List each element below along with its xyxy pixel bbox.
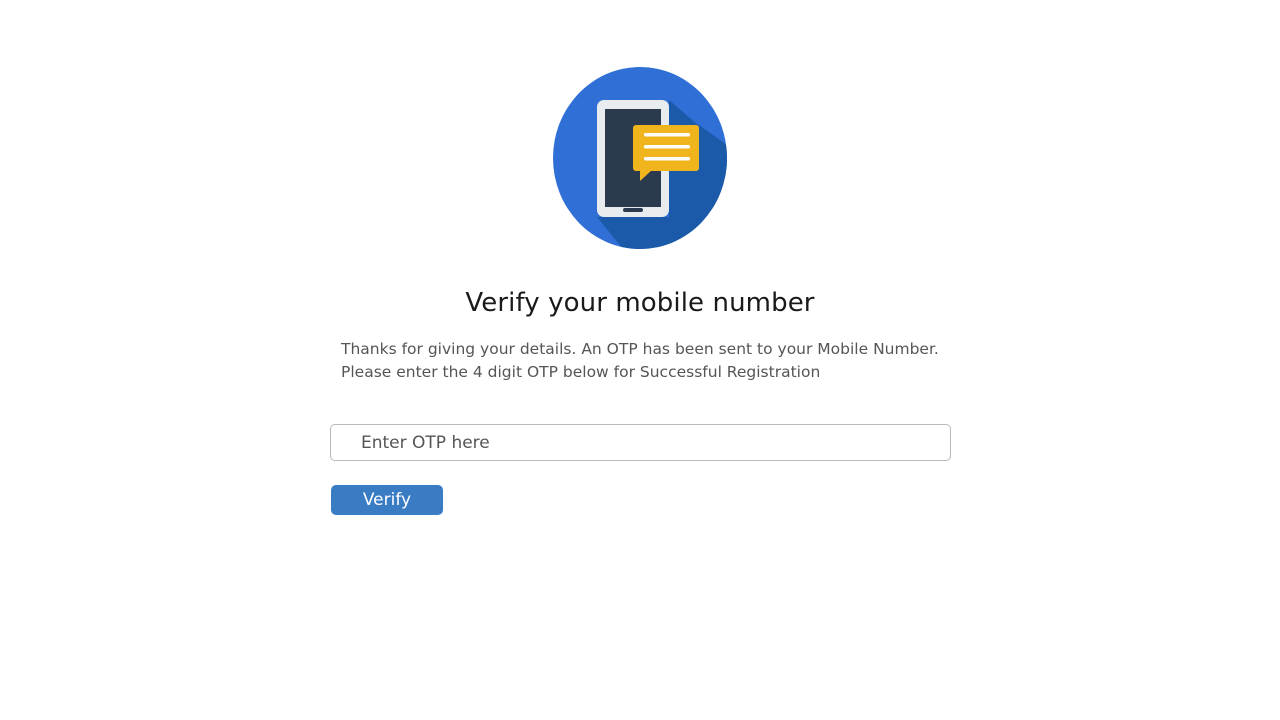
instruction-text: Thanks for giving your details. An OTP h…	[341, 338, 961, 384]
phone-message-icon	[553, 67, 727, 249]
otp-input[interactable]	[330, 424, 951, 461]
instruction-line-1: Thanks for giving your details. An OTP h…	[341, 340, 939, 358]
verify-button[interactable]: Verify	[331, 485, 443, 515]
instruction-line-2: Please enter the 4 digit OTP below for S…	[341, 363, 821, 381]
otp-verification-page: Verify your mobile number Thanks for giv…	[0, 0, 1280, 720]
page-title: Verify your mobile number	[465, 288, 815, 318]
phone-home-button	[623, 208, 643, 212]
